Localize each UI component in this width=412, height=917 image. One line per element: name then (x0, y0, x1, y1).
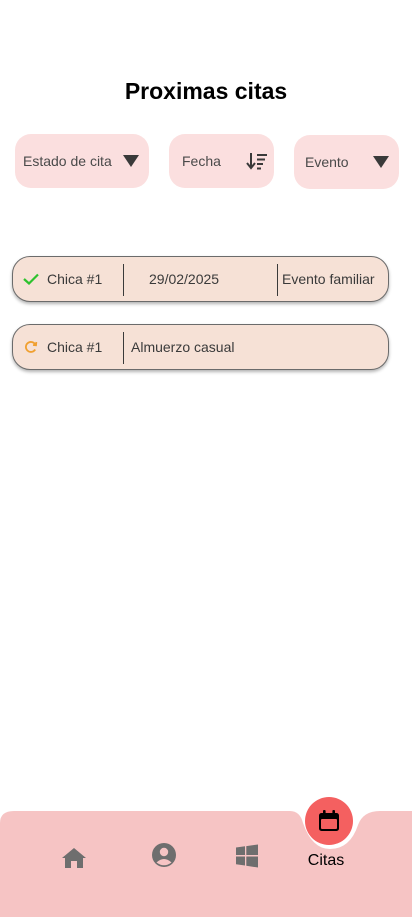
fecha-filter-label: Fecha (182, 153, 221, 169)
account-icon (152, 843, 176, 867)
nav-citas-label[interactable]: Citas (300, 852, 352, 870)
fecha-filter[interactable]: Fecha (169, 134, 274, 188)
cita-name: Chica #1 (47, 339, 103, 355)
divider (123, 264, 124, 296)
check-icon (22, 257, 40, 301)
nav-citas-button[interactable] (305, 797, 353, 845)
nav-home-button[interactable] (59, 844, 89, 872)
windows-icon (236, 844, 258, 868)
page-title: Proximas citas (124, 78, 288, 104)
estado-filter-label: Estado de cita (23, 153, 112, 169)
sort-descending-icon (246, 152, 268, 170)
cita-date: 29/02/2025 (149, 271, 220, 287)
cita-card[interactable]: Chica #1 Almuerzo casual (12, 324, 389, 370)
divider (123, 332, 124, 364)
nav-windows-button[interactable] (234, 843, 260, 869)
evento-filter-label: Evento (305, 154, 349, 170)
cita-event: Evento familiar (282, 271, 375, 287)
caret-down-icon (373, 156, 389, 168)
bottom-navigation: Citas (0, 797, 412, 917)
evento-filter[interactable]: Evento (294, 135, 399, 189)
cita-card[interactable]: Chica #1 29/02/2025 Evento familiar (12, 256, 389, 302)
divider (277, 264, 278, 296)
caret-down-icon (123, 155, 139, 167)
cita-event: Almuerzo casual (131, 339, 235, 355)
home-icon (62, 848, 86, 868)
pending-icon (22, 325, 40, 369)
cita-name: Chica #1 (47, 271, 103, 287)
nav-profile-button[interactable] (150, 841, 178, 869)
calendar-icon (319, 810, 339, 831)
estado-de-cita-filter[interactable]: Estado de cita (15, 134, 149, 188)
